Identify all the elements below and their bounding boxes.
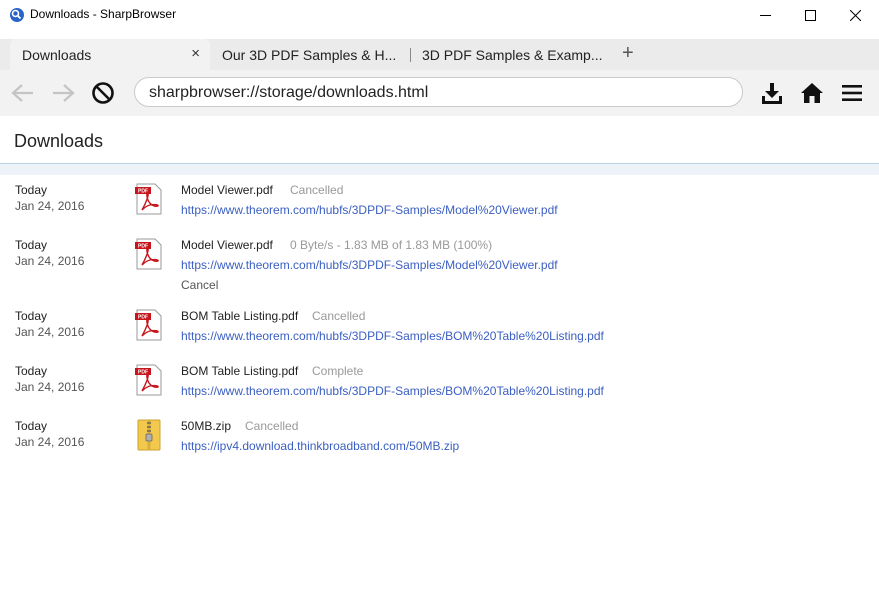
pdf-file-icon: PDF	[135, 364, 162, 396]
address-url: sharpbrowser://storage/downloads.html	[149, 84, 429, 101]
download-status: Cancelled	[312, 309, 366, 323]
stop-icon	[92, 82, 114, 104]
address-bar[interactable]: sharpbrowser://storage/downloads.html	[134, 77, 743, 107]
home-button[interactable]	[799, 80, 825, 106]
download-filename[interactable]: BOM Table Listing.pdf	[181, 309, 298, 323]
tab-label: Downloads	[22, 46, 92, 63]
minimize-button[interactable]	[742, 0, 788, 30]
download-date: Jan 24, 2016	[15, 380, 85, 394]
menu-icon	[842, 85, 862, 101]
forward-arrow-icon	[53, 84, 75, 102]
tab-close-icon[interactable]: ×	[191, 45, 200, 62]
download-date: Jan 24, 2016	[15, 199, 85, 213]
tab-label: 3D PDF Samples & Examp...	[422, 46, 603, 63]
tab-downloads[interactable]: Downloads ×	[10, 39, 210, 70]
app-logo-icon	[10, 8, 24, 22]
download-day: Today	[15, 309, 48, 323]
download-url-link[interactable]: https://www.theorem.com/hubfs/3DPDF-Samp…	[181, 258, 558, 272]
minimize-icon	[759, 14, 771, 16]
download-filename[interactable]: Model Viewer.pdf	[181, 238, 273, 252]
cancel-download-link[interactable]: Cancel	[181, 278, 218, 292]
title-bar: Downloads - SharpBrowser	[0, 0, 879, 30]
menu-button[interactable]	[839, 80, 865, 106]
close-window-button[interactable]	[832, 0, 878, 30]
download-day: Today	[15, 419, 48, 433]
download-icon	[762, 83, 782, 104]
download-status: Complete	[312, 364, 364, 378]
pdf-file-icon: PDF	[135, 183, 162, 215]
zip-file-icon	[137, 419, 161, 451]
close-icon	[849, 9, 861, 21]
download-day: Today	[15, 238, 48, 252]
maximize-icon	[804, 9, 816, 21]
download-progress: 0 Byte/s - 1.83 MB of 1.83 MB (100%)	[290, 238, 493, 252]
window-title: Downloads - SharpBrowser	[30, 7, 177, 21]
download-filename[interactable]: Model Viewer.pdf	[181, 183, 273, 197]
forward-button[interactable]	[50, 81, 76, 105]
download-url-link[interactable]: https://ipv4.download.thinkbroadband.com…	[181, 439, 459, 453]
download-url-link[interactable]: https://www.theorem.com/hubfs/3DPDF-Samp…	[181, 203, 558, 217]
tab-strip: Downloads × Our 3D PDF Samples & H... 3D…	[0, 30, 879, 70]
home-icon	[801, 83, 823, 103]
download-filename[interactable]: BOM Table Listing.pdf	[181, 364, 298, 378]
back-button[interactable]	[10, 81, 36, 105]
download-url-link[interactable]: https://www.theorem.com/hubfs/3DPDF-Samp…	[181, 329, 604, 343]
navigation-toolbar: sharpbrowser://storage/downloads.html	[0, 70, 879, 116]
download-day: Today	[15, 364, 48, 378]
pdf-file-icon: PDF	[135, 238, 162, 270]
tab-3d-pdf-samples-h[interactable]: Our 3D PDF Samples & H...	[210, 39, 410, 70]
download-date: Jan 24, 2016	[15, 325, 85, 339]
download-status: Cancelled	[245, 419, 299, 433]
download-filename[interactable]: 50MB.zip	[181, 419, 231, 433]
download-date: Jan 24, 2016	[15, 435, 85, 449]
download-day: Today	[15, 183, 48, 197]
stop-button[interactable]	[90, 80, 116, 106]
tab-3d-pdf-samples-examples[interactable]: 3D PDF Samples & Examp...	[411, 39, 611, 70]
page-title: Downloads	[14, 131, 104, 151]
download-date: Jan 24, 2016	[15, 254, 85, 268]
download-status: Cancelled	[290, 183, 344, 197]
tab-label: Our 3D PDF Samples & H...	[222, 46, 397, 63]
new-tab-button[interactable]: +	[622, 42, 634, 65]
pdf-file-icon: PDF	[135, 309, 162, 341]
back-arrow-icon	[11, 84, 33, 102]
download-url-link[interactable]: https://www.theorem.com/hubfs/3DPDF-Samp…	[181, 384, 604, 398]
page-header-divider	[0, 163, 879, 175]
maximize-button[interactable]	[787, 0, 833, 30]
downloads-button[interactable]	[759, 80, 785, 106]
